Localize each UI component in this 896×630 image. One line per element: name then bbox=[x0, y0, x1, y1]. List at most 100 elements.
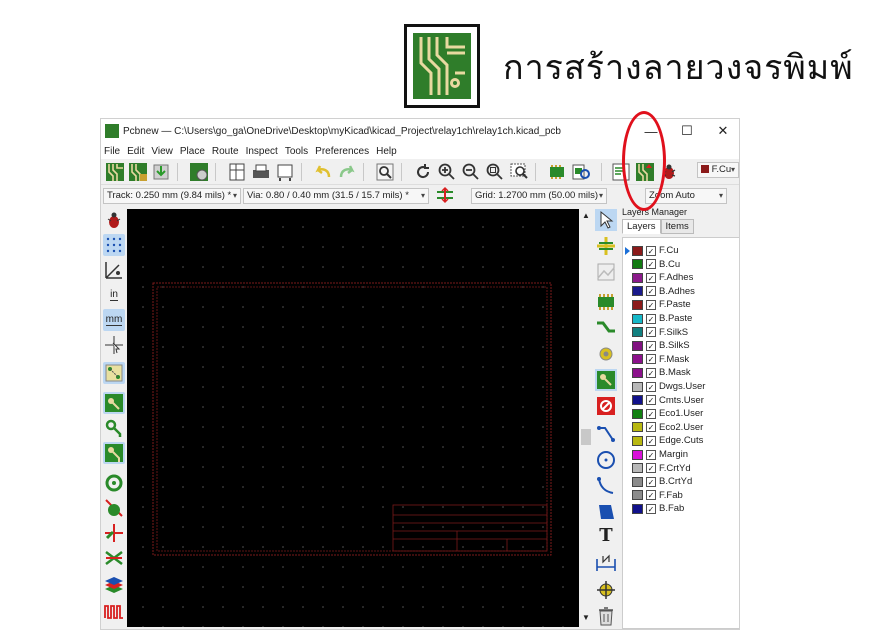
layer-row[interactable]: ✓ F.CrtYd bbox=[623, 462, 739, 475]
layer-color-swatch[interactable] bbox=[632, 463, 643, 474]
layer-row[interactable]: ✓ B.Paste bbox=[623, 312, 739, 325]
layer-color-swatch[interactable] bbox=[632, 422, 643, 433]
auto-track-width-icon[interactable] bbox=[435, 185, 455, 205]
refresh-icon[interactable] bbox=[413, 162, 433, 182]
show-tracks-fill-icon[interactable] bbox=[103, 442, 125, 464]
layer-row[interactable]: ✓ B.Cu bbox=[623, 258, 739, 271]
drc-marker-icon[interactable] bbox=[103, 209, 125, 231]
layer-row[interactable]: ✓ F.Adhes bbox=[623, 271, 739, 284]
zoom-in-icon[interactable] bbox=[437, 162, 457, 182]
grid-toggle-icon[interactable] bbox=[103, 234, 125, 256]
layer-visibility-checkbox[interactable]: ✓ bbox=[646, 340, 656, 351]
mm-units-button[interactable]: mm bbox=[103, 309, 125, 331]
layer-color-swatch[interactable] bbox=[632, 245, 643, 256]
layer-visibility-checkbox[interactable]: ✓ bbox=[646, 408, 656, 419]
layer-row[interactable]: ✓ Dwgs.User bbox=[623, 380, 739, 393]
save-board-icon[interactable] bbox=[151, 162, 171, 182]
print-icon[interactable] bbox=[251, 162, 271, 182]
microwave-tools-icon[interactable] bbox=[103, 600, 125, 622]
layer-color-swatch[interactable] bbox=[632, 340, 643, 351]
close-button[interactable]: ✕ bbox=[706, 119, 739, 143]
layer-visibility-checkbox[interactable]: ✓ bbox=[646, 354, 656, 365]
layer-visibility-checkbox[interactable]: ✓ bbox=[646, 272, 656, 283]
scroll-down-icon[interactable]: ▼ bbox=[582, 613, 590, 622]
layer-visibility-checkbox[interactable]: ✓ bbox=[646, 435, 656, 446]
menu-route[interactable]: Route bbox=[212, 146, 239, 157]
tab-layers[interactable]: Layers bbox=[622, 219, 661, 234]
board-settings-icon[interactable] bbox=[189, 162, 209, 182]
polar-coordinates-icon[interactable] bbox=[103, 259, 125, 281]
pcb-canvas[interactable] bbox=[127, 209, 579, 627]
local-ratsnest-icon[interactable] bbox=[595, 261, 617, 283]
menu-place[interactable]: Place bbox=[180, 146, 205, 157]
scroll-thumb[interactable] bbox=[581, 429, 591, 445]
tab-items[interactable]: Items bbox=[660, 219, 694, 234]
layer-row[interactable]: ✓ F.Mask bbox=[623, 353, 739, 366]
layer-visibility-checkbox[interactable]: ✓ bbox=[646, 367, 656, 378]
layer-color-swatch[interactable] bbox=[632, 367, 643, 378]
open-board-icon[interactable] bbox=[128, 162, 148, 182]
footprint-editor-icon[interactable] bbox=[547, 162, 567, 182]
menu-inspect[interactable]: Inspect bbox=[246, 146, 278, 157]
menu-view[interactable]: View bbox=[151, 146, 173, 157]
layer-row[interactable]: ✓ F.Cu bbox=[623, 244, 739, 257]
highlight-net-icon[interactable] bbox=[595, 235, 617, 257]
place-target-icon[interactable] bbox=[595, 579, 617, 601]
layers-manager-toggle-icon[interactable] bbox=[103, 575, 125, 597]
layer-color-swatch[interactable] bbox=[632, 408, 643, 419]
undo-icon[interactable] bbox=[313, 162, 333, 182]
page-settings-icon[interactable] bbox=[227, 162, 247, 182]
menu-file[interactable]: File bbox=[104, 146, 120, 157]
layer-row[interactable]: ✓ F.SilkS bbox=[623, 326, 739, 339]
zoom-out-icon[interactable] bbox=[461, 162, 481, 182]
layer-row[interactable]: ✓ Eco1.User bbox=[623, 407, 739, 420]
add-keepout-icon[interactable] bbox=[595, 395, 617, 417]
layer-visibility-checkbox[interactable]: ✓ bbox=[646, 422, 656, 433]
layer-visibility-checkbox[interactable]: ✓ bbox=[646, 476, 656, 487]
layer-row[interactable]: ✓ B.CrtYd bbox=[623, 475, 739, 488]
layer-color-swatch[interactable] bbox=[632, 381, 643, 392]
show-vias-fill-icon[interactable] bbox=[103, 417, 125, 439]
layer-color-swatch[interactable] bbox=[632, 476, 643, 487]
layer-visibility-checkbox[interactable]: ✓ bbox=[646, 463, 656, 474]
layer-row[interactable]: ✓ Margin bbox=[623, 448, 739, 461]
no-zone-fill-icon[interactable] bbox=[103, 497, 125, 519]
menu-edit[interactable]: Edit bbox=[127, 146, 144, 157]
layer-row[interactable]: ✓ B.Adhes bbox=[623, 285, 739, 298]
layer-visibility-checkbox[interactable]: ✓ bbox=[646, 503, 656, 514]
layer-color-swatch[interactable] bbox=[632, 503, 643, 514]
layer-row[interactable]: ✓ Cmts.User bbox=[623, 394, 739, 407]
redo-icon[interactable] bbox=[337, 162, 357, 182]
maximize-button[interactable]: ☐ bbox=[670, 119, 704, 143]
layer-color-swatch[interactable] bbox=[632, 354, 643, 365]
delete-trash-icon[interactable] bbox=[595, 605, 617, 627]
board-setup-icon[interactable] bbox=[105, 162, 125, 182]
layer-visibility-checkbox[interactable]: ✓ bbox=[646, 299, 656, 310]
layer-row[interactable]: ✓ B.SilkS bbox=[623, 339, 739, 352]
layer-color-swatch[interactable] bbox=[632, 395, 643, 406]
find-icon[interactable] bbox=[375, 162, 395, 182]
layer-row[interactable]: ✓ F.Fab bbox=[623, 489, 739, 502]
footprint-browser-icon[interactable] bbox=[571, 162, 591, 182]
layer-selector[interactable]: F.Cu ▾ bbox=[697, 162, 739, 178]
layer-row[interactable]: ✓ Eco2.User bbox=[623, 421, 739, 434]
layer-visibility-checkbox[interactable]: ✓ bbox=[646, 395, 656, 406]
add-zone-icon[interactable] bbox=[595, 369, 617, 391]
layer-color-swatch[interactable] bbox=[632, 327, 643, 338]
layer-color-swatch[interactable] bbox=[632, 272, 643, 283]
zoom-fit-icon[interactable] bbox=[485, 162, 505, 182]
layer-row[interactable]: ✓ B.Fab bbox=[623, 502, 739, 515]
add-footprint-icon[interactable] bbox=[595, 291, 617, 313]
cursor-shape-icon[interactable] bbox=[103, 334, 125, 356]
layer-color-swatch[interactable] bbox=[632, 286, 643, 297]
draw-arc-icon[interactable] bbox=[595, 475, 617, 497]
track-width-select[interactable]: Track: 0.250 mm (9.84 mils) * ▾ bbox=[103, 188, 241, 204]
vertical-scrollbar[interactable]: ▲ ▼ bbox=[579, 209, 593, 627]
menu-tools[interactable]: Tools bbox=[285, 146, 308, 157]
layer-visibility-checkbox[interactable]: ✓ bbox=[646, 449, 656, 460]
layer-row[interactable]: ✓ B.Mask bbox=[623, 366, 739, 379]
route-track-icon[interactable] bbox=[595, 317, 617, 339]
select-tool-icon[interactable] bbox=[595, 209, 617, 231]
layer-visibility-checkbox[interactable]: ✓ bbox=[646, 259, 656, 270]
show-zones-icon[interactable] bbox=[103, 472, 125, 494]
